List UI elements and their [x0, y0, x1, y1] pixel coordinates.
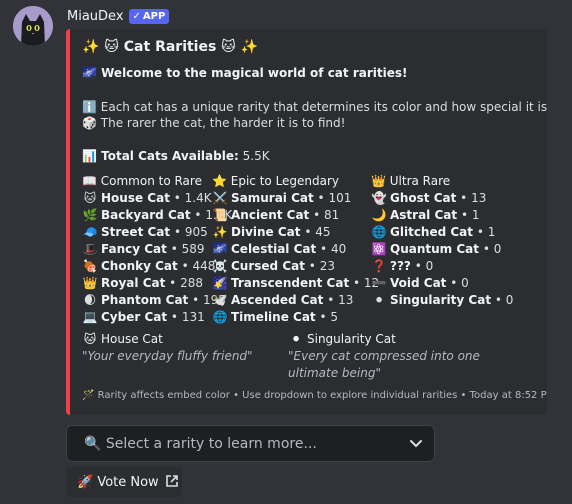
total-cats-value: 5.5K: [242, 149, 270, 163]
rarity-row: 👻 Ghost Cat • 13: [371, 191, 487, 205]
external-link-icon: [165, 474, 179, 491]
rarity-row: 🌌 Celestial Cat • 40: [212, 242, 347, 256]
rarity-select-dropdown[interactable]: 🔍 Select a rarity to learn more...: [66, 425, 435, 462]
rarity-row: ⚔️ Samurai Cat • 101: [212, 191, 352, 205]
rarity-column-epic: ⭐ Epic to Legendary ⚔️ Samurai Cat • 101 …: [212, 173, 380, 326]
info-text-2: 🎲 The rarer the cat, the harder it is to…: [82, 116, 346, 130]
embed-title: ✨ 🐱 Cat Rarities 🐱 ✨: [82, 39, 259, 55]
rarity-column-common: 📖 Common to Rare 🐱 House Cat • 1.4K 🌿 Back…: [82, 173, 232, 326]
featured-cat-singularity: ⚫ Singularity Cat "Every cat compressed i…: [288, 331, 533, 382]
featured-description: "Every cat compressed into one ultimate …: [288, 349, 480, 380]
column-header: ⭐ Epic to Legendary: [212, 174, 340, 188]
rarity-embed: ✨ 🐱 Cat Rarities 🐱 ✨ 🌌 Welcome to the ma…: [66, 29, 547, 415]
featured-description: "Your everyday fluffy friend": [82, 349, 253, 363]
total-cats-label: 📊 Total Cats Available:: [82, 149, 239, 163]
rarity-row: 🌒 Phantom Cat • 195: [83, 293, 226, 307]
rarity-row: 💻 Cyber Cat • 131: [82, 310, 205, 324]
rarity-row: 🕊️ Ascended Cat • 13: [212, 293, 354, 307]
rarity-row: 🐱 House Cat • 1.4K: [83, 191, 212, 205]
featured-name: Singularity Cat: [307, 332, 396, 346]
vote-now-button[interactable]: 🚀 Vote Now: [66, 467, 182, 497]
rarity-row: 🎩 Fancy Cat • 589: [82, 242, 205, 256]
total-cats: 📊 Total Cats Available: 5.5K: [82, 148, 270, 164]
rarity-row: ☠️ Cursed Cat • 23: [212, 259, 335, 273]
rarity-column-ultra: 👑 Ultra Rare 👻 Ghost Cat • 13 🌙 Astral Cat…: [371, 173, 521, 309]
chevron-down-icon: [408, 435, 424, 454]
column-header: 📖 Common to Rare: [82, 174, 202, 188]
vote-now-label: 🚀 Vote Now: [77, 474, 159, 490]
info-text-1: ℹ️ Each cat has a unique rarity that det…: [82, 100, 547, 114]
rarity-row: ❓??? • 0: [371, 259, 434, 273]
featured-cat-house: 🐱 House Cat "Your everyday fluffy friend": [82, 331, 282, 365]
rarity-row: 🌐 Timeline Cat • 5: [212, 310, 339, 324]
app-badge: ✓ APP: [128, 8, 170, 24]
rarity-row: 🌙 Astral Cat • 1: [371, 208, 480, 222]
rarity-row: 👑 Royal Cat • 288: [82, 276, 203, 290]
rarity-row: 🍖 Chonky Cat • 448: [82, 259, 216, 273]
rarity-row: 🧢 Street Cat • 905: [82, 225, 208, 239]
rarity-row: 🌐 Glitched Cat • 1: [371, 225, 496, 239]
select-placeholder: 🔍 Select a rarity to learn more...: [84, 435, 317, 452]
bot-username[interactable]: MiauDex: [67, 9, 124, 24]
embed-footer: 🪄 Rarity affects embed color • Use dropd…: [82, 390, 547, 401]
rarity-row: 🌠 Transcendent Cat • 12: [212, 276, 380, 290]
rarity-row: ✨ Divine Cat • 45: [212, 225, 331, 239]
rarity-row: ⚛️ Quantum Cat • 0: [371, 242, 502, 256]
featured-name: House Cat: [101, 332, 163, 346]
column-header: 👑 Ultra Rare: [371, 174, 451, 188]
rarity-row: 🌿 Backyard Cat • 1.1K: [82, 208, 233, 222]
verified-check-icon: ✓: [132, 10, 141, 22]
bot-avatar[interactable]: [13, 6, 53, 46]
rarity-row: ⚫ Singularity Cat • 0: [373, 293, 514, 307]
message-header: MiauDex ✓ APP: [67, 7, 170, 25]
rarity-row: 📜 Ancient Cat • 81: [212, 208, 340, 222]
welcome-text: 🌌 Welcome to the magical world of cat ra…: [82, 66, 408, 80]
rarity-row: ➖ Void Cat • 0: [371, 276, 469, 290]
